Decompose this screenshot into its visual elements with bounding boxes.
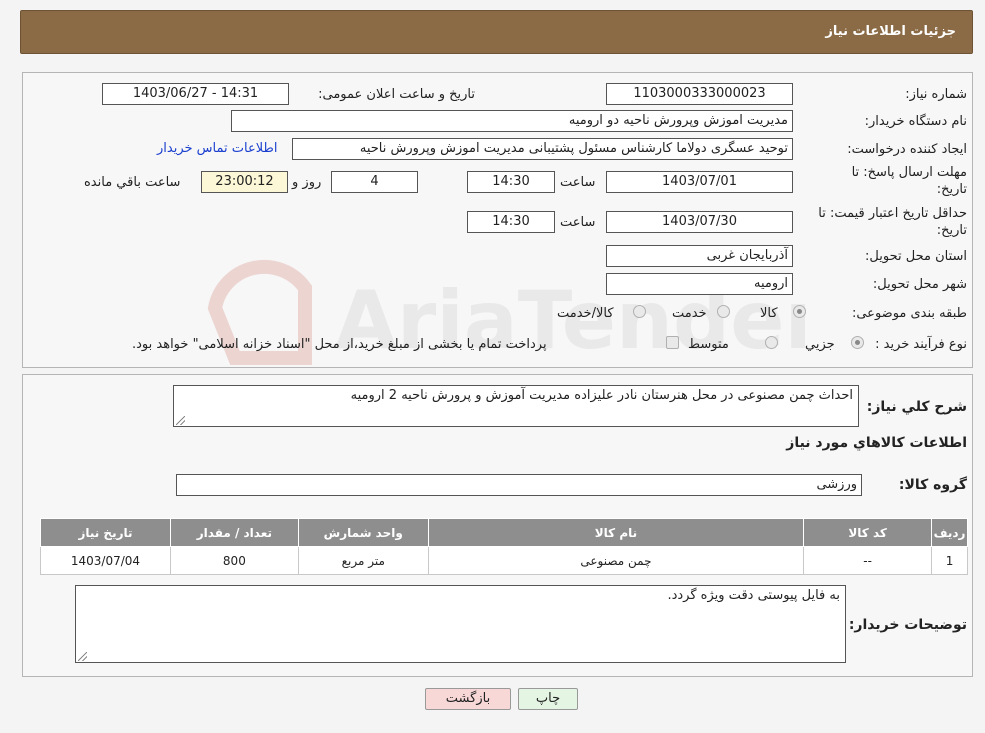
- buyer-notes-field: به فایل پیوستی دقت ویژه گردد.: [75, 585, 846, 663]
- col-row: رديف: [931, 518, 968, 547]
- response-time-field: 14:30: [467, 171, 555, 193]
- purchase-medium-radio[interactable]: [765, 336, 778, 349]
- need-number-field: 1103000333000023: [606, 83, 793, 105]
- category-service-radio[interactable]: [717, 305, 730, 318]
- price-validity-time-label: ساعت: [560, 215, 596, 230]
- price-validity-label-2: تاریخ:: [936, 223, 967, 238]
- province-field: آذربایجان غربی: [606, 245, 793, 267]
- resize-grip-icon[interactable]: [78, 652, 87, 661]
- page-header: جزئیات اطلاعات نیاز: [20, 10, 973, 54]
- goods-group-label: گروه کالا:: [898, 477, 967, 493]
- category-label: طبقه بندی موضوعی:: [851, 306, 967, 321]
- table-row: 1 -- چمن مصنوعی متر مربع 800 1403/07/04: [40, 546, 968, 575]
- summary-label: شرح کلي نياز:: [866, 399, 967, 415]
- buyer-notes-label: توضیحات خریدار:: [848, 617, 967, 633]
- price-validity-time-field: 14:30: [467, 211, 555, 233]
- days-field: 4: [331, 171, 418, 193]
- cell-name: چمن مصنوعی: [427, 546, 805, 575]
- col-quantity: تعداد / مقدار: [169, 518, 299, 547]
- buyer-org-field: مدیریت اموزش وپرورش ناحیه دو ارومیه: [231, 110, 793, 132]
- response-date-field: 1403/07/01: [606, 171, 793, 193]
- announce-datetime-label: تاریخ و ساعت اعلان عمومی:: [318, 87, 475, 102]
- remaining-time-field: 23:00:12: [201, 171, 288, 193]
- treasury-note: پرداخت تمام یا بخشی از مبلغ خرید،از محل …: [132, 337, 547, 352]
- summary-text: احداث چمن مصنوعی در محل هنرستان نادر علی…: [350, 388, 853, 403]
- goods-table: رديف کد کالا نام کالا واحد شمارش تعداد /…: [40, 518, 968, 575]
- category-goods-service-radio[interactable]: [633, 305, 646, 318]
- cell-unit: متر مربع: [297, 546, 429, 575]
- category-goods-radio[interactable]: [793, 305, 806, 318]
- resize-grip-icon[interactable]: [176, 416, 185, 425]
- col-need-date: تاریخ نیاز: [40, 518, 171, 547]
- buyer-notes-text: به فایل پیوستی دقت ویژه گردد.: [667, 588, 840, 603]
- cell-code: --: [803, 546, 933, 575]
- price-validity-date-field: 1403/07/30: [606, 211, 793, 233]
- goods-info-title: اطلاعات کالاهاي مورد نياز: [786, 435, 967, 451]
- page-title: جزئیات اطلاعات نیاز: [825, 24, 956, 39]
- back-button[interactable]: بازگشت: [425, 688, 511, 710]
- price-validity-label: حداقل تاریخ اعتبار قیمت: تا: [818, 206, 967, 221]
- print-button[interactable]: چاپ: [518, 688, 578, 710]
- category-goods-label: کالا: [760, 306, 778, 321]
- col-code: کد کالا: [803, 518, 933, 547]
- purchase-partial-label: جزیي: [805, 337, 835, 352]
- response-time-label: ساعت: [560, 175, 596, 190]
- buyer-org-label: نام دستگاه خریدار:: [864, 114, 967, 129]
- purchase-type-label: نوع فرآیند خرید :: [875, 337, 967, 352]
- goods-table-header: رديف کد کالا نام کالا واحد شمارش تعداد /…: [40, 518, 968, 547]
- cell-quantity: 800: [169, 546, 299, 575]
- purchase-medium-label: متوسط: [688, 337, 729, 352]
- city-label: شهر محل تحویل:: [872, 277, 967, 292]
- days-label: روز و: [292, 175, 322, 190]
- category-goods-service-label: کالا/خدمت: [557, 306, 614, 321]
- cell-row: 1: [931, 546, 968, 575]
- goods-group-field: ورزشی: [176, 474, 862, 496]
- requester-label: ایجاد کننده درخواست:: [847, 142, 967, 157]
- buyer-contact-link[interactable]: اطلاعات تماس خریدار: [157, 141, 277, 156]
- treasury-checkbox[interactable]: [666, 336, 679, 349]
- purchase-partial-radio[interactable]: [851, 336, 864, 349]
- city-field: ارومیه: [606, 273, 793, 295]
- cell-need-date: 1403/07/04: [40, 546, 171, 575]
- province-label: استان محل تحویل:: [865, 249, 967, 264]
- col-name: نام کالا: [427, 518, 805, 547]
- remaining-label: ساعت باقي مانده: [84, 175, 181, 190]
- summary-field: احداث چمن مصنوعی در محل هنرستان نادر علی…: [173, 385, 859, 427]
- category-service-label: خدمت: [672, 306, 707, 321]
- response-deadline-label-2: تاریخ:: [936, 182, 967, 197]
- announce-datetime-field: 1403/06/27 - 14:31: [102, 83, 289, 105]
- col-unit: واحد شمارش: [297, 518, 429, 547]
- requester-field: توحید عسگری دولاما کارشناس مسئول پشتیبان…: [292, 138, 793, 160]
- need-number-label: شماره نیاز:: [905, 87, 967, 102]
- response-deadline-label: مهلت ارسال پاسخ: تا: [851, 165, 967, 180]
